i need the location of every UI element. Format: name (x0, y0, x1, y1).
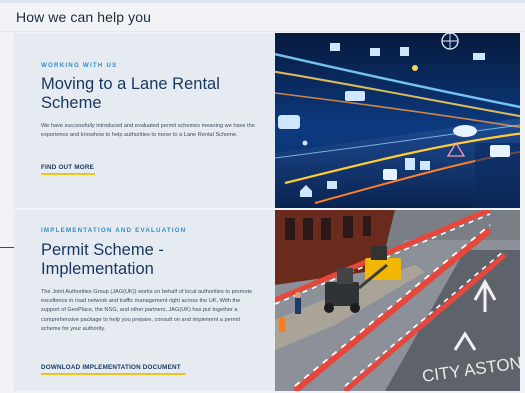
service-card-permit-scheme: IMPLEMENTATION AND EVALUATION Permit Sch… (14, 210, 520, 391)
link-underline (41, 373, 186, 375)
card-title: Moving to a Lane Rental Scheme (41, 75, 220, 112)
card-text-block: IMPLEMENTATION AND EVALUATION Permit Sch… (14, 210, 275, 391)
card-text-block: WORKING WITH US Moving to a Lane Rental … (14, 33, 275, 208)
card-eyebrow: IMPLEMENTATION AND EVALUATION (41, 227, 187, 234)
card-eyebrow: WORKING WITH US (41, 62, 118, 69)
download-implementation-document-link[interactable]: DOWNLOAD IMPLEMENTATION DOCUMENT (41, 364, 181, 371)
section-heading: How we can help you (16, 9, 151, 25)
page-edge-line (0, 247, 14, 248)
card-title: Permit Scheme - Implementation (41, 241, 164, 278)
link-underline (41, 173, 95, 175)
heading-divider (0, 31, 525, 32)
roadworks-image: CITY ASTON (275, 210, 520, 391)
card-description: We have successfully introduced and eval… (41, 123, 255, 139)
card-description: The Joint Authorities Group (JAG(UK)) wo… (41, 289, 253, 332)
smart-city-traffic-image (275, 33, 520, 208)
find-out-more-link[interactable]: FIND OUT MORE (41, 164, 94, 171)
service-card-lane-rental: WORKING WITH US Moving to a Lane Rental … (14, 33, 520, 208)
top-strip (0, 0, 525, 3)
roadworks-illustration: CITY ASTON (275, 210, 520, 391)
smart-city-traffic-illustration (275, 33, 520, 208)
